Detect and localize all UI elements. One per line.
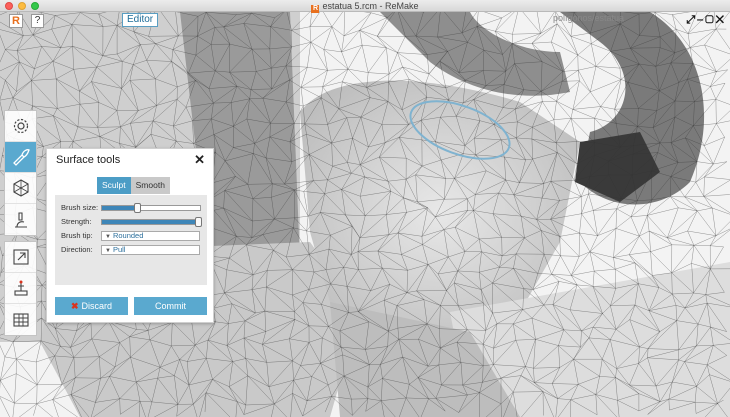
print-icon xyxy=(13,280,28,296)
brush-tip-label: Brush tip: xyxy=(61,231,93,240)
print-tool[interactable] xyxy=(5,273,36,304)
brush-size-slider[interactable] xyxy=(101,203,201,213)
strength-handle[interactable] xyxy=(195,217,202,227)
discard-label: Discard xyxy=(81,301,113,311)
strength-fill xyxy=(102,220,199,224)
strength-slider[interactable] xyxy=(101,217,202,227)
close-icon: ✖ xyxy=(70,301,79,311)
app-icon: R xyxy=(311,5,320,13)
app-logo[interactable]: R xyxy=(9,14,23,28)
brush-tip-select[interactable]: ▼ Rounded xyxy=(101,231,200,241)
brush-size-fill xyxy=(102,206,138,210)
table-tool[interactable] xyxy=(5,304,36,335)
brush-icon xyxy=(12,149,30,166)
view-window-controls[interactable]: ⤢‒▢✕ xyxy=(686,14,726,27)
direction-value: Pull xyxy=(112,245,126,254)
mode-tabs: Sculpt Smooth xyxy=(97,177,170,194)
tab-sculpt[interactable]: Sculpt xyxy=(97,177,131,194)
chevron-down-icon: ▼ xyxy=(105,248,111,254)
analyze-tool[interactable] xyxy=(5,204,36,235)
microscope-icon xyxy=(14,211,27,228)
mesh-name-label: polígonos/estatua xyxy=(553,13,625,23)
window-title-text: estatua 5.rcm - ReMake xyxy=(322,1,419,11)
surface-tools-tool[interactable] xyxy=(5,142,36,173)
brush-tip-value: Rounded xyxy=(112,231,144,240)
brush-size-handle[interactable] xyxy=(134,203,141,213)
settings-tool[interactable] xyxy=(5,111,36,142)
window-title: Restatua 5.rcm - ReMake xyxy=(0,0,730,13)
direction-label: Direction: xyxy=(61,245,93,254)
polygon-tool[interactable] xyxy=(5,173,36,204)
window-title-bar: Restatua 5.rcm - ReMake xyxy=(0,0,730,13)
left-toolbar xyxy=(4,110,37,341)
tab-smooth[interactable]: Smooth xyxy=(130,177,170,194)
gear-icon xyxy=(13,118,28,134)
brush-size-label: Brush size: xyxy=(61,203,99,212)
surface-tools-panel: Surface tools ✕ Sculpt Smooth Brush size… xyxy=(46,148,214,323)
export-icon xyxy=(12,249,29,265)
tool-group-output xyxy=(4,241,37,336)
table-icon xyxy=(12,312,29,327)
discard-button[interactable]: ✖ Discard xyxy=(55,297,128,315)
panel-settings: Brush size: Strength: Brush tip: ▼ Rounde… xyxy=(55,195,207,285)
chevron-down-icon: ▼ xyxy=(105,234,111,240)
panel-title: Surface tools xyxy=(56,154,121,166)
direction-select[interactable]: ▼ Pull xyxy=(101,245,200,255)
commit-button[interactable]: Commit xyxy=(134,297,207,315)
tool-group-edit xyxy=(4,110,37,236)
polygon-icon xyxy=(12,179,29,197)
help-button[interactable]: ? xyxy=(31,14,44,28)
strength-label: Strength: xyxy=(61,217,92,226)
close-icon[interactable]: ✕ xyxy=(194,152,205,168)
editor-tab[interactable]: Editor xyxy=(122,13,159,27)
export-tool[interactable] xyxy=(5,242,36,273)
